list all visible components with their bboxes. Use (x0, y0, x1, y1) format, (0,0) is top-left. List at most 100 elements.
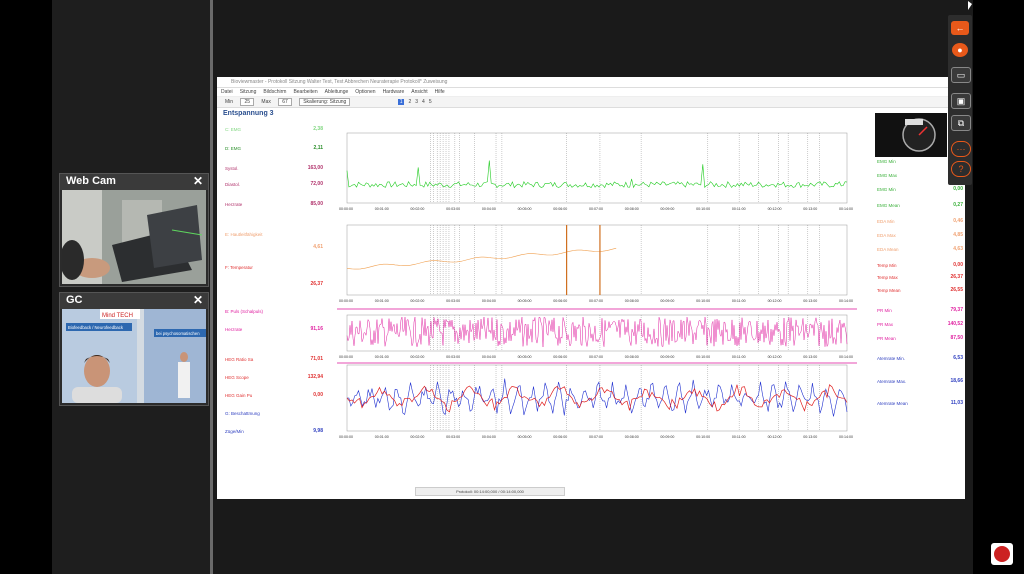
stat-value: 0,00 (953, 262, 963, 268)
channel-value: 91,16 (310, 326, 323, 332)
menu-item[interactable]: Hilfe (435, 89, 445, 95)
copy-icon[interactable]: ⧉ (951, 115, 971, 131)
stat-value: 0,00 (953, 186, 963, 192)
menu-item[interactable]: Sitzung (240, 89, 257, 95)
time-tick-label: 00:00:00 (339, 207, 353, 211)
webcam-video (62, 190, 206, 284)
time-tick-label: 00:07:00 (589, 299, 603, 303)
page-button[interactable]: 5 (429, 99, 432, 105)
time-tick-label: 00:04:00 (482, 435, 496, 439)
stat-value: 18,66 (950, 378, 963, 384)
page-button[interactable]: 1 (397, 99, 405, 105)
camera-icon[interactable]: ▭ (951, 67, 971, 83)
chart-panel (346, 132, 848, 204)
participants-panel (52, 0, 210, 574)
gc-scene: Mind TECH Biofeedback / Neurofeedback be… (62, 309, 206, 403)
channel-value: 9,98 (313, 428, 323, 434)
channel-value: 2,11 (313, 145, 323, 151)
stat-label: Temp Min (877, 263, 897, 268)
time-tick-label: 00:12:00 (768, 355, 782, 359)
time-tick-label: 00:09:00 (660, 207, 674, 211)
menu-item[interactable]: Ableitunge (325, 89, 349, 95)
time-tick-label: 00:02:00 (410, 435, 424, 439)
channel-value: 163,00 (307, 165, 323, 171)
time-tick-label: 00:10:00 (696, 435, 710, 439)
webcam-tile-header: Web Cam ✕ (60, 174, 208, 190)
stat-value: 0,46 (953, 218, 963, 224)
time-tick-label: 00:02:00 (410, 355, 424, 359)
time-tick-label: 00:04:00 (482, 299, 496, 303)
webcam-scene (62, 190, 206, 284)
time-tick-label: 00:14:00 (839, 435, 853, 439)
channel-value: 2,38 (313, 126, 323, 132)
channel-label: B: Puls (Schalpuls) (225, 309, 264, 314)
channel-label: Diastol. (225, 182, 241, 187)
time-tick-label: 00:12:00 (768, 207, 782, 211)
time-tick-label: 00:05:00 (518, 355, 532, 359)
time-tick-label: 00:05:00 (518, 207, 532, 211)
menu-item[interactable]: Optionen (355, 89, 375, 95)
biofeedback-app-window: Bioviewmaster - Protokoll Sitzung Walter… (217, 77, 965, 499)
stat-value: 0,27 (953, 202, 963, 208)
page-button[interactable]: 3 (415, 99, 418, 105)
time-tick-label: 00:10:00 (696, 207, 710, 211)
page-button[interactable]: 4 (422, 99, 425, 105)
stat-label: EDA Max (877, 233, 896, 238)
time-tick-label: 00:03:00 (446, 435, 460, 439)
min-label: Min (225, 99, 234, 105)
screen-share-icon[interactable]: ▣ (951, 93, 971, 109)
channel-value: 132,94 (307, 374, 323, 380)
time-tick-label: 00:06:00 (553, 299, 567, 303)
time-tick-label: 00:01:00 (375, 207, 389, 211)
signal-charts: 00:00:00 00:01:00 00:02:00 00:03:00 00:04:00… (337, 132, 857, 439)
stat-label: Temp Max (877, 275, 898, 280)
chat-icon[interactable]: ? (951, 161, 971, 177)
time-tick-label: 00:08:00 (625, 435, 639, 439)
stat-value: 4,63 (953, 246, 963, 252)
time-tick-label: 00:11:00 (732, 435, 746, 439)
stat-label: PR Mean (877, 336, 896, 341)
max-input[interactable]: 67 (278, 98, 292, 106)
menu-item[interactable]: Datei (221, 89, 233, 95)
menu-item[interactable]: Bearbeiten (293, 89, 317, 95)
menu-item[interactable]: Ansicht (411, 89, 427, 95)
time-tick-label: 00:02:00 (410, 299, 424, 303)
scaling-select[interactable]: Skalierung: Sitzung (299, 98, 351, 106)
back-arrow-icon[interactable]: ← (951, 21, 969, 35)
channel-value: 26,37 (310, 281, 323, 287)
webcam-tile[interactable]: Web Cam ✕ (59, 173, 209, 287)
channel-label: C: EMG (225, 127, 242, 132)
stat-label: EMG Mean (877, 203, 900, 208)
close-icon[interactable]: ✕ (193, 293, 203, 307)
stat-label: EDA Mean (877, 247, 899, 252)
time-tick-label: 00:05:00 (518, 435, 532, 439)
close-icon[interactable]: ✕ (193, 174, 203, 188)
channel-label: Herzrate (225, 202, 243, 207)
stat-label: PR Min (877, 308, 892, 313)
time-tick-label: 00:09:00 (660, 355, 674, 359)
time-tick-label: 00:01:00 (375, 299, 389, 303)
time-tick-label: 00:04:00 (482, 355, 496, 359)
more-icon[interactable]: ··· (951, 141, 971, 157)
time-tick-label: 00:07:00 (589, 207, 603, 211)
time-tick-label: 00:13:00 (803, 435, 817, 439)
channel-label: Züge/Min (225, 429, 244, 434)
channel-value: 0,00 (313, 392, 323, 398)
stat-label: Atemrate Min. (877, 356, 906, 361)
gc-tile[interactable]: GC ✕ Mind TECH Biofeedback / Neurofeedba… (59, 292, 209, 406)
webcam-title: Web Cam (66, 175, 116, 187)
microphone-icon[interactable]: ● (952, 43, 968, 57)
time-tick-label: 00:12:00 (768, 435, 782, 439)
app-toolbar: Min 25 Max 67 Skalierung: Sitzung 12345 (217, 97, 965, 108)
time-tick-label: 00:07:00 (589, 435, 603, 439)
stat-value: 26,37 (950, 274, 963, 280)
stat-label: Temp Mean (877, 288, 901, 293)
brand-logo (991, 543, 1013, 565)
time-tick-label: 00:07:00 (589, 355, 603, 359)
time-tick-label: 00:03:00 (446, 355, 460, 359)
menu-item[interactable]: Bildschirm (263, 89, 286, 95)
page-button[interactable]: 2 (408, 99, 411, 105)
min-input[interactable]: 25 (240, 98, 255, 106)
time-tick-label: 00:03:00 (446, 299, 460, 303)
menu-item[interactable]: Hardware (383, 89, 405, 95)
